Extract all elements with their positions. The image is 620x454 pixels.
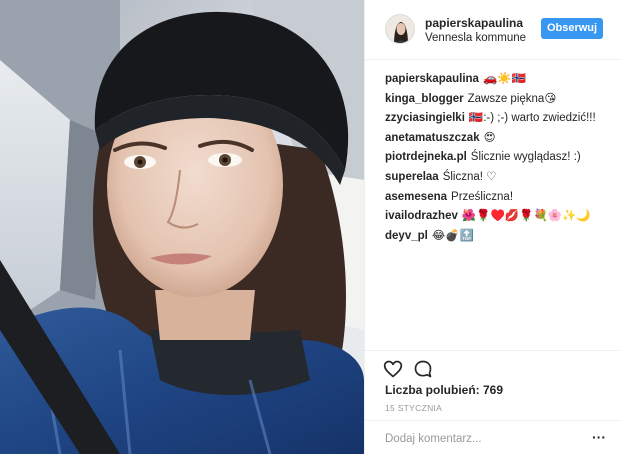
post-side-panel: papierskapaulina Vennesla kommune Obserw… (364, 0, 620, 454)
post-date[interactable]: 15 STYCZNIA (385, 403, 442, 413)
heart-icon[interactable] (383, 359, 403, 379)
comment-text: 🌺🌹♥️💋🌹💐🌸✨🌙 (461, 210, 591, 223)
comment-text: Prześliczna! (451, 190, 514, 203)
speech-bubble-icon[interactable] (413, 359, 433, 379)
comment-item: anetamatuszczak 😍 (385, 129, 615, 149)
comment-text: Zawsze piękna😘 (467, 92, 557, 105)
comment-item: kinga_blogger Zawsze piękna😘 (385, 90, 615, 110)
comment-author[interactable]: anetamatuszczak (385, 132, 480, 144)
comment-text: 🇳🇴:-) ;-) warto zwiedzić!!! (468, 112, 596, 125)
comment-text: 🚗☀️🇳🇴 (482, 73, 526, 85)
comment-input[interactable] (385, 430, 575, 448)
comment-author[interactable]: zzyciasingielki (385, 112, 465, 124)
comment-item: deyv_pl 😂💣🔝 (385, 227, 615, 247)
follow-button[interactable]: Obserwuj (541, 18, 603, 39)
comment-text: 😍 (483, 131, 496, 144)
instagram-post: papierskapaulina Vennesla kommune Obserw… (0, 0, 620, 454)
more-options-icon[interactable]: ··· (591, 429, 607, 445)
comment-author[interactable]: superelaa (385, 171, 439, 183)
comment-author[interactable]: piotrdejneka.pl (385, 151, 467, 163)
post-author-username[interactable]: papierskapaulina (425, 16, 523, 30)
likes-count[interactable]: Liczba polubień: 769 (385, 383, 503, 397)
add-comment-bar: ··· (365, 420, 620, 454)
comment-author[interactable]: deyv_pl (385, 230, 428, 242)
comments-list: papierskapaulina 🚗☀️🇳🇴 kinga_blogger Zawsz… (385, 70, 615, 246)
comment-item: zzyciasingielki 🇳🇴:-) ;-) warto zwiedzić!… (385, 109, 615, 129)
avatar[interactable] (385, 14, 415, 44)
comment-item: papierskapaulina 🚗☀️🇳🇴 (385, 70, 615, 90)
comment-author[interactable]: kinga_blogger (385, 93, 464, 105)
comment-text: Ślicznie wyglądasz! :) (470, 151, 581, 164)
comment-item: ivailodrazhev 🌺🌹♥️💋🌹💐🌸✨🌙 (385, 207, 615, 227)
post-actions: Liczba polubień: 769 15 STYCZNIA (365, 350, 620, 413)
post-header: papierskapaulina Vennesla kommune Obserw… (365, 0, 620, 60)
post-location[interactable]: Vennesla kommune (425, 32, 526, 44)
avatar-image (386, 15, 414, 43)
comment-author[interactable]: asemesena (385, 191, 447, 203)
comment-item: asemesena Prześliczna! (385, 188, 615, 208)
comment-item: piotrdejneka.pl Ślicznie wyglądasz! :) (385, 148, 615, 168)
comment-author[interactable]: ivailodrazhev (385, 210, 458, 222)
post-photo[interactable] (0, 0, 364, 454)
comment-text: Śliczna! ♡ (442, 170, 497, 183)
selfie-image (0, 0, 364, 454)
comment-author[interactable]: papierskapaulina (385, 73, 479, 85)
comment-text: 😂💣🔝 (431, 229, 474, 242)
comment-item: superelaa Śliczna! ♡ (385, 168, 615, 188)
